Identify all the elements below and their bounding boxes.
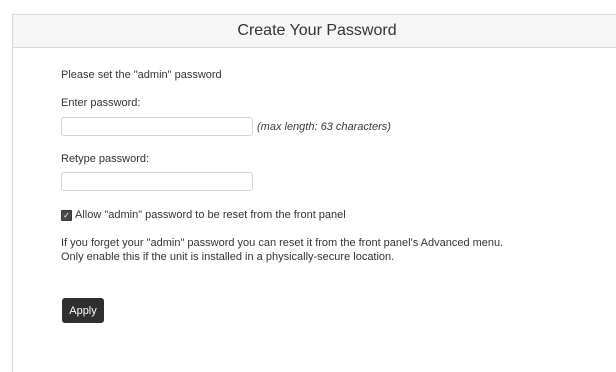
password-dialog: Create Your Password Please set the "adm…: [12, 14, 616, 372]
allow-reset-row: ✓ Allow "admin" password to be reset fro…: [61, 209, 346, 221]
reset-info-line-2: Only enable this if the unit is installe…: [61, 251, 395, 263]
intro-text: Please set the "admin" password: [61, 69, 222, 81]
apply-button[interactable]: Apply: [62, 298, 104, 323]
allow-reset-checkbox[interactable]: ✓: [61, 209, 72, 221]
password-input[interactable]: [61, 117, 253, 136]
dialog-header: Create Your Password: [13, 14, 616, 48]
dialog-title: Create Your Password: [237, 22, 397, 39]
password-label: Enter password:: [61, 97, 141, 109]
reset-info-line-1: If you forget your "admin" password you …: [61, 237, 504, 249]
retype-password-input[interactable]: [61, 172, 253, 191]
password-max-length-hint: (max length: 63 characters): [257, 121, 391, 133]
retype-password-label: Retype password:: [61, 153, 150, 165]
allow-reset-label[interactable]: Allow "admin" password to be reset from …: [75, 209, 346, 221]
